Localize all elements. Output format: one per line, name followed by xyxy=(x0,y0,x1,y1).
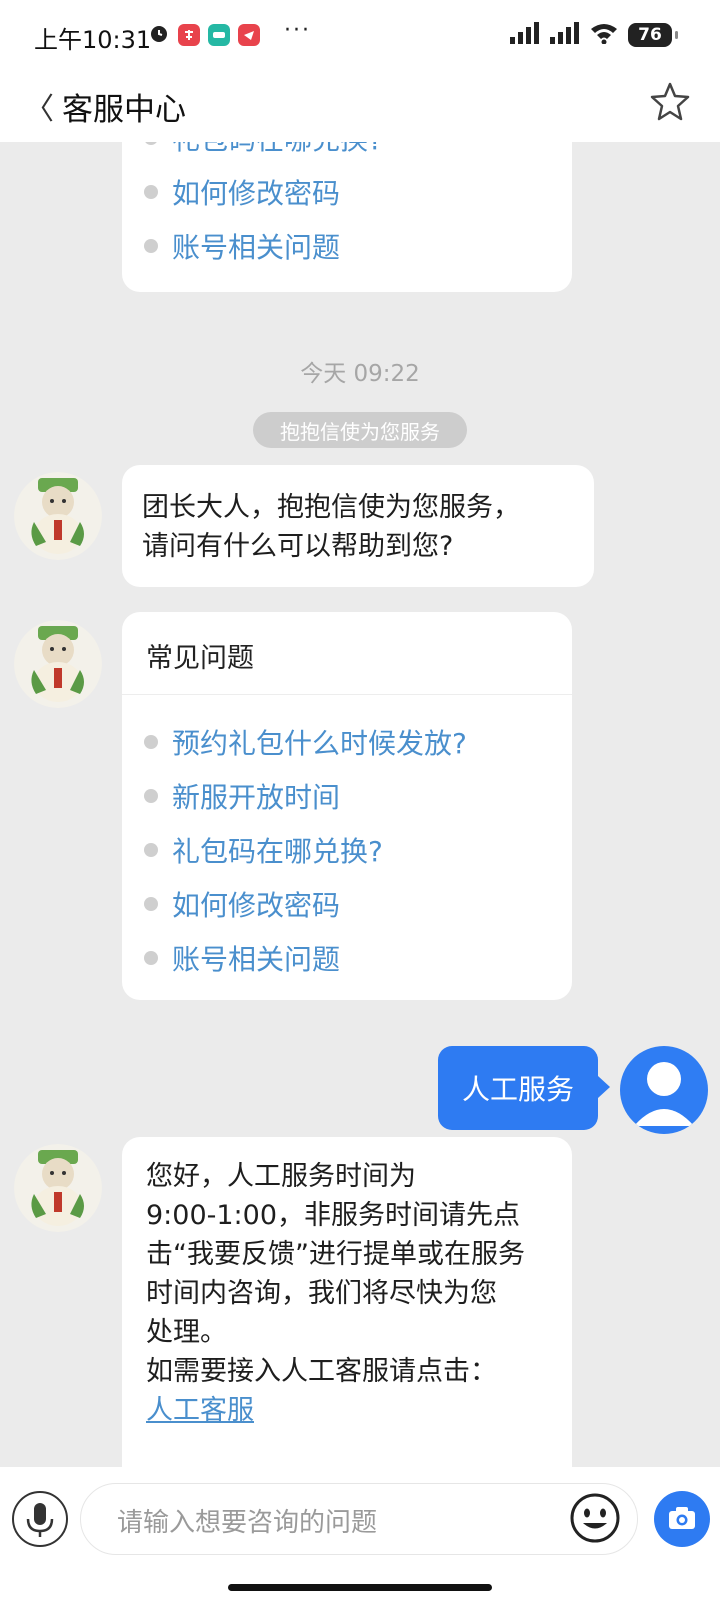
message-line: 请问有什么可以帮助到您? xyxy=(142,531,454,562)
human-service-link[interactable]: 人工客服 xyxy=(146,1391,525,1430)
bullet-icon xyxy=(144,142,158,145)
message-line: 团长大人，抱抱信使为您服务， xyxy=(142,492,520,523)
faq-item[interactable]: 如何修改密码 xyxy=(144,884,340,924)
faq-card-previous: 礼包码在哪兑换? 如何修改密码 账号相关问题 xyxy=(122,142,572,292)
user-avatar xyxy=(620,1046,708,1134)
taptap-icon xyxy=(208,24,230,46)
agent-message: 团长大人，抱抱信使为您服务， 请问有什么可以帮助到您? xyxy=(122,465,594,587)
faq-item[interactable]: 账号相关问题 xyxy=(144,226,340,266)
question-input[interactable]: 请输入想要咨询的问题 xyxy=(80,1483,638,1555)
chat-area[interactable]: 礼包码在哪兑换? 如何修改密码 账号相关问题 今天 09:22 抱抱信使为您服务… xyxy=(0,142,720,1467)
bullet-icon xyxy=(144,735,158,749)
notification-icons xyxy=(148,22,260,48)
input-bar: 请输入想要咨询的问题 xyxy=(0,1467,720,1600)
signal-icon xyxy=(510,22,540,48)
camera-icon[interactable] xyxy=(654,1491,710,1547)
faq-card: 常见问题 预约礼包什么时候发放? 新服开放时间 礼包码在哪兑换? 如何修改密码 … xyxy=(122,612,572,1000)
faq-item[interactable]: 预约礼包什么时候发放? xyxy=(144,722,467,762)
battery-indicator: 76 xyxy=(628,23,678,47)
bullet-icon xyxy=(144,239,158,253)
message-line: 您好，人工服务时间为 xyxy=(146,1161,416,1192)
faq-item[interactable]: 如何修改密码 xyxy=(144,172,340,212)
agent-avatar xyxy=(14,472,102,560)
status-time: 上午10:31 xyxy=(34,26,152,54)
message-line: 9:00-1:00，非服务时间请先点 xyxy=(146,1200,521,1231)
agent-message: 您好，人工服务时间为 9:00-1:00，非服务时间请先点 击“我要反馈”进行提… xyxy=(122,1137,572,1467)
faq-item[interactable]: 礼包码在哪兑换? xyxy=(144,830,383,870)
bullet-icon xyxy=(144,897,158,911)
message-line: 击“我要反馈”进行提单或在服务 xyxy=(146,1239,525,1270)
agent-avatar xyxy=(14,1144,102,1232)
agent-avatar xyxy=(14,620,102,708)
divider xyxy=(122,694,572,695)
back-button[interactable]: 〈 xyxy=(24,84,54,128)
page-title: 客服中心 xyxy=(62,92,186,128)
faq-item[interactable]: 新服开放时间 xyxy=(144,776,340,816)
nav-bar: 〈 客服中心 xyxy=(0,72,720,142)
home-indicator xyxy=(228,1584,492,1591)
system-status: 76 xyxy=(510,22,678,48)
message-line: 如需要接入人工客服请点击： xyxy=(146,1356,497,1387)
bullet-icon xyxy=(144,843,158,857)
wifi-icon xyxy=(590,22,618,48)
smiley-icon[interactable] xyxy=(569,1492,621,1544)
alarm-icon xyxy=(148,22,170,48)
bullet-icon xyxy=(144,789,158,803)
microphone-icon[interactable] xyxy=(12,1491,68,1547)
system-notice: 抱抱信使为您服务 xyxy=(253,412,467,448)
signal-icon xyxy=(550,22,580,48)
message-line: 时间内咨询，我们将尽快为您 xyxy=(146,1278,497,1309)
faq-item[interactable]: 礼包码在哪兑换? xyxy=(144,142,383,158)
faq-item[interactable]: 账号相关问题 xyxy=(144,938,340,978)
bullet-icon xyxy=(144,951,158,965)
user-message: 人工服务 xyxy=(438,1046,610,1130)
star-icon[interactable] xyxy=(648,80,692,124)
bullet-icon xyxy=(144,185,158,199)
status-bar: 上午10:31 ··· 76 xyxy=(0,0,720,72)
message-line: 处理。 xyxy=(146,1317,227,1348)
more-notifications-icon: ··· xyxy=(284,18,311,43)
app-notification-icon xyxy=(238,24,260,46)
input-placeholder: 请输入想要咨询的问题 xyxy=(117,1508,378,1538)
faq-header: 常见问题 xyxy=(146,643,254,674)
app-notification-icon xyxy=(178,24,200,46)
message-timestamp: 今天 09:22 xyxy=(300,361,420,387)
